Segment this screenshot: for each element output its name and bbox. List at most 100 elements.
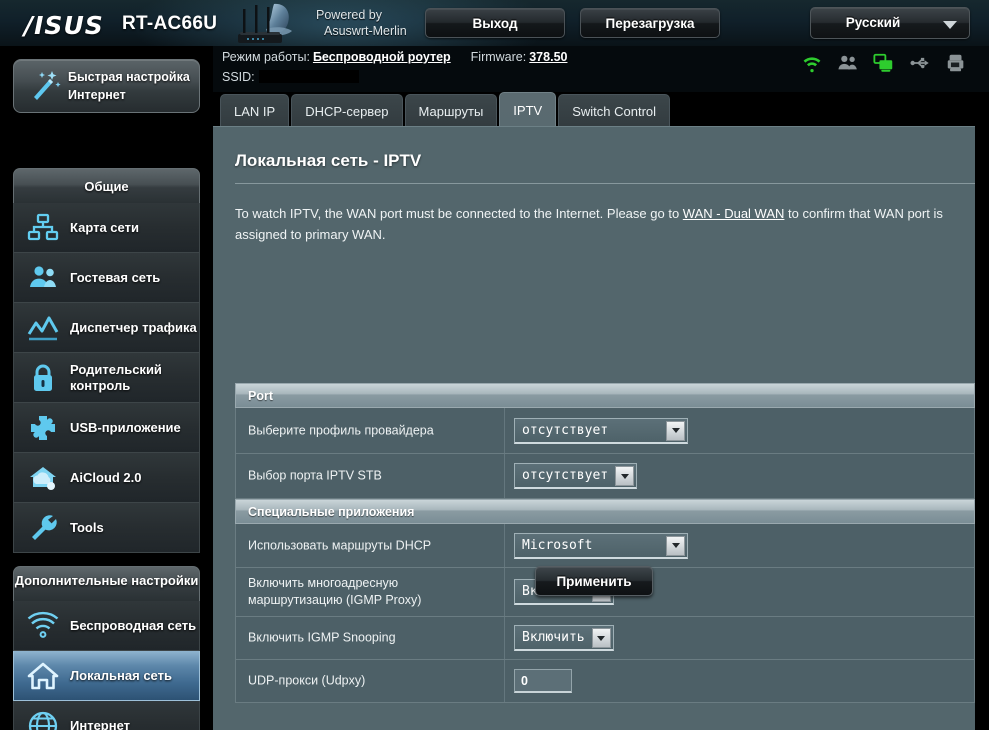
router-with-wizard-hat-icon (238, 3, 292, 43)
table-row: Выберите профиль провайдера отсутствует (235, 408, 975, 454)
sidebar-label: Локальная сеть (70, 667, 172, 683)
table-row: UDP-прокси (Udpxy) (235, 660, 975, 703)
table-row: Выбор порта IPTV STB отсутствует (235, 454, 975, 499)
language-label: Русский (845, 15, 901, 30)
sidebar-group-general[interactable]: Общие (13, 168, 200, 203)
operation-mode-row: Режим работы: Беспроводной роутер Firmware… (222, 50, 567, 64)
sidebar-item-usb-application[interactable]: USB-приложение (13, 403, 200, 453)
reboot-button[interactable]: Перезагрузка (580, 8, 720, 38)
powered-by-label: Powered by Asuswrt-Merlin (316, 7, 407, 39)
top-header-bar: /ISUS RT-AC66U Powered by Asuswrt-Merlin (0, 0, 989, 46)
usb-puzzle-icon (31, 415, 55, 440)
wifi-status-icon[interactable] (801, 52, 823, 74)
client-list-icon[interactable] (873, 52, 895, 74)
chevron-down-icon[interactable] (615, 466, 635, 486)
network-map-icon (27, 213, 59, 240)
description-part1: To watch IPTV, the WAN port must be conn… (235, 206, 683, 221)
row-label: Выбор порта IPTV STB (248, 468, 382, 483)
sidebar-item-traffic-manager[interactable]: Диспетчер трафика (13, 303, 200, 353)
guest-users-icon (30, 265, 56, 287)
iptv-stb-port-select[interactable]: отсутствует (514, 463, 638, 489)
usb-status-icon[interactable] (909, 52, 931, 74)
powered-by-line1: Powered by (316, 8, 383, 22)
sidebar-group-advanced-label: Дополнительные настройки (14, 573, 199, 588)
isp-profile-select[interactable]: отсутствует (514, 417, 688, 444)
quick-setup-label: Быстрая настройка Интернет (68, 68, 198, 104)
sidebar-item-parental-control[interactable]: Родительский контроль (13, 353, 200, 403)
language-selector[interactable]: Русский (810, 7, 970, 39)
sidebar-label: Карта сети (70, 219, 139, 235)
dhcp-routes-select[interactable]: Microsoft (514, 532, 688, 559)
tab-switch-control[interactable]: Switch Control (558, 94, 671, 128)
printer-status-icon[interactable] (945, 52, 967, 74)
sidebar-item-aicloud[interactable]: AiCloud 2.0 (13, 453, 200, 503)
sidebar-label: Гостевая сеть (70, 269, 161, 285)
guest-network-icon[interactable] (837, 52, 859, 74)
sidebar-item-tools[interactable]: Tools (13, 503, 200, 553)
sidebar-item-wan[interactable]: Интернет (13, 701, 200, 730)
router-model-name: RT-AC66U (122, 13, 218, 34)
ssid-row: SSID: (222, 70, 359, 84)
operation-mode-label: Режим работы: (222, 50, 310, 64)
row-field (514, 669, 572, 693)
chevron-down-icon[interactable] (666, 420, 685, 441)
row-label: Использовать маршруты DHCP (248, 538, 432, 552)
sidebar-label: Беспроводная сеть (70, 617, 197, 633)
main-content-panel: Локальная сеть - IPTV To watch IPTV, the… (213, 126, 975, 730)
tab-iptv[interactable]: IPTV (499, 92, 557, 128)
sidebar-item-guest-network[interactable]: Гостевая сеть (13, 253, 200, 303)
quick-internet-setup-button[interactable]: Быстрая настройка Интернет (13, 59, 200, 113)
sidebar-item-lan[interactable]: Локальная сеть (13, 651, 200, 701)
sidebar-item-network-map[interactable]: Карта сети (13, 203, 200, 253)
row-divider (504, 617, 505, 659)
table-row: Включить IGMP Snooping Включить (235, 617, 975, 660)
page-title: Локальная сеть - IPTV (235, 151, 422, 170)
globe-icon (28, 711, 58, 730)
tab-lan-ip[interactable]: LAN IP (220, 94, 290, 128)
router-admin-page: /ISUS RT-AC66U Powered by Asuswrt-Merlin (0, 0, 989, 730)
parental-lock-icon (34, 364, 52, 391)
igmp-snooping-value: Включить (522, 630, 585, 645)
row-field: Microsoft (514, 532, 688, 559)
sidebar-group-advanced[interactable]: Дополнительные настройки (13, 566, 200, 601)
table-row: Использовать маршруты DHCP Microsoft (235, 524, 975, 568)
left-sidebar: Быстрая настройка Интернет Общие Карта с… (0, 46, 213, 730)
firmware-version-value[interactable]: 378.50 (529, 50, 567, 64)
quick-setup-line2: Интернет (68, 88, 126, 102)
operation-mode-value[interactable]: Беспроводной роутер (313, 50, 451, 64)
dhcp-routes-value: Microsoft (522, 537, 593, 553)
row-field: отсутствует (514, 417, 688, 444)
sidebar-label: Интернет (70, 717, 131, 730)
sidebar-item-wireless[interactable]: Беспроводная сеть (13, 601, 200, 651)
row-divider (504, 408, 505, 453)
tab-routes[interactable]: Маршруты (404, 94, 498, 128)
firmware-label: Firmware: (470, 50, 527, 64)
igmp-snooping-select[interactable]: Включить (514, 625, 614, 651)
wrench-icon (32, 514, 57, 540)
sidebar-label: Диспетчер трафика (70, 319, 197, 335)
wan-dual-wan-link[interactable]: WAN - Dual WAN (683, 206, 785, 221)
udp-proxy-input[interactable] (514, 669, 572, 693)
magic-wand-icon (34, 71, 61, 100)
section-header-port: Port (235, 383, 975, 408)
apply-button[interactable]: Применить (535, 566, 653, 596)
tab-bar: LAN IP DHCP-сервер Маршруты IPTV Switch … (220, 92, 672, 128)
iptv-stb-port-value: отсутствует (522, 468, 609, 483)
chevron-down-icon[interactable] (591, 628, 611, 648)
status-icon-tray (801, 52, 967, 74)
row-label: Включить IGMP Snooping (248, 630, 396, 645)
row-field: отсутствует (514, 463, 638, 489)
chevron-down-icon[interactable] (666, 535, 685, 556)
row-label: UDP-прокси (Udpxy) (248, 673, 366, 688)
tab-dhcp-server[interactable]: DHCP-сервер (291, 94, 403, 128)
section-header-special-apps: Специальные приложения (235, 499, 975, 524)
quick-setup-line1: Быстрая настройка (68, 70, 190, 84)
sidebar-label: Tools (70, 519, 104, 535)
logout-button[interactable]: Выход (425, 8, 565, 38)
row-divider (504, 454, 505, 498)
home-icon (27, 662, 59, 689)
asus-logo: /ISUS (24, 11, 104, 40)
powered-by-line2: Asuswrt-Merlin (324, 24, 407, 38)
wifi-signal-icon (27, 611, 59, 638)
row-field: Включить (514, 625, 614, 651)
